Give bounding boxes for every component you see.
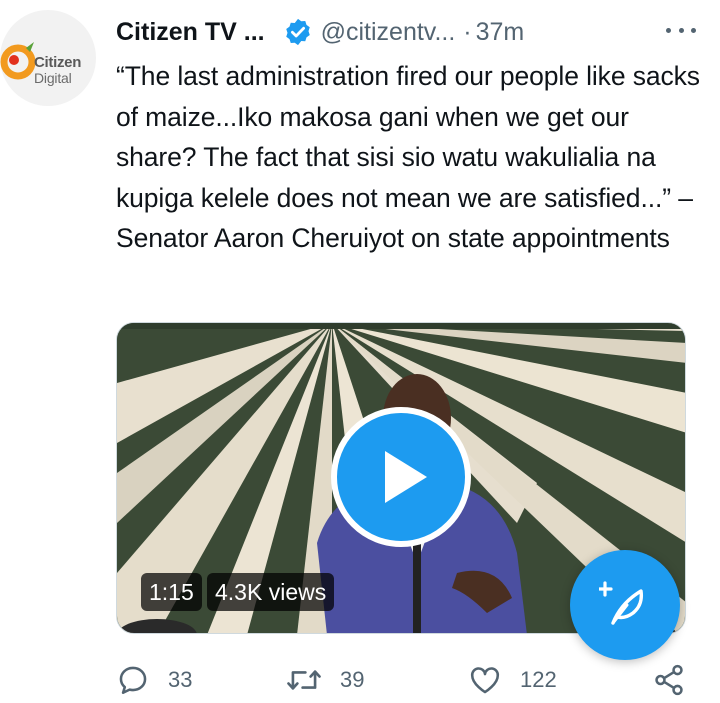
like-count: 122 <box>520 667 557 692</box>
retweet-button[interactable]: 39 <box>286 660 364 700</box>
more-options-icon[interactable] <box>666 20 696 40</box>
share-button[interactable] <box>652 660 686 700</box>
like-button[interactable]: 122 <box>468 660 557 700</box>
user-handle[interactable]: @citizentv... <box>321 18 456 47</box>
reply-button[interactable]: 33 <box>116 660 192 700</box>
tweet-action-bar: 33 39 122 <box>116 660 706 700</box>
play-button[interactable] <box>331 407 471 547</box>
play-icon <box>385 451 427 503</box>
compose-feather-icon <box>599 581 644 625</box>
video-duration: 1:15 <box>141 573 202 611</box>
display-name[interactable]: Citizen TV ... <box>116 18 265 47</box>
retweet-count: 39 <box>340 667 365 692</box>
tweet-text: “The last administration fired our peopl… <box>116 61 700 253</box>
heart-icon <box>470 667 500 694</box>
avatar[interactable]: Citizen Digital <box>0 10 96 106</box>
reply-count: 33 <box>168 667 193 692</box>
retweet-icon <box>287 670 321 690</box>
tweet-timestamp[interactable]: 37m <box>476 18 525 47</box>
tweet-header: Citizen TV ... @citizentv... · 37m <box>116 14 696 50</box>
video-views: 4.3K views <box>207 573 335 611</box>
reply-icon <box>119 666 147 695</box>
avatar-logo-subtext: Digital <box>34 70 72 86</box>
verified-badge-icon <box>283 17 313 47</box>
share-icon <box>655 664 683 696</box>
avatar-logo-text: Citizen <box>34 54 82 71</box>
separator-dot: · <box>463 17 472 46</box>
compose-tweet-button[interactable] <box>570 550 680 660</box>
